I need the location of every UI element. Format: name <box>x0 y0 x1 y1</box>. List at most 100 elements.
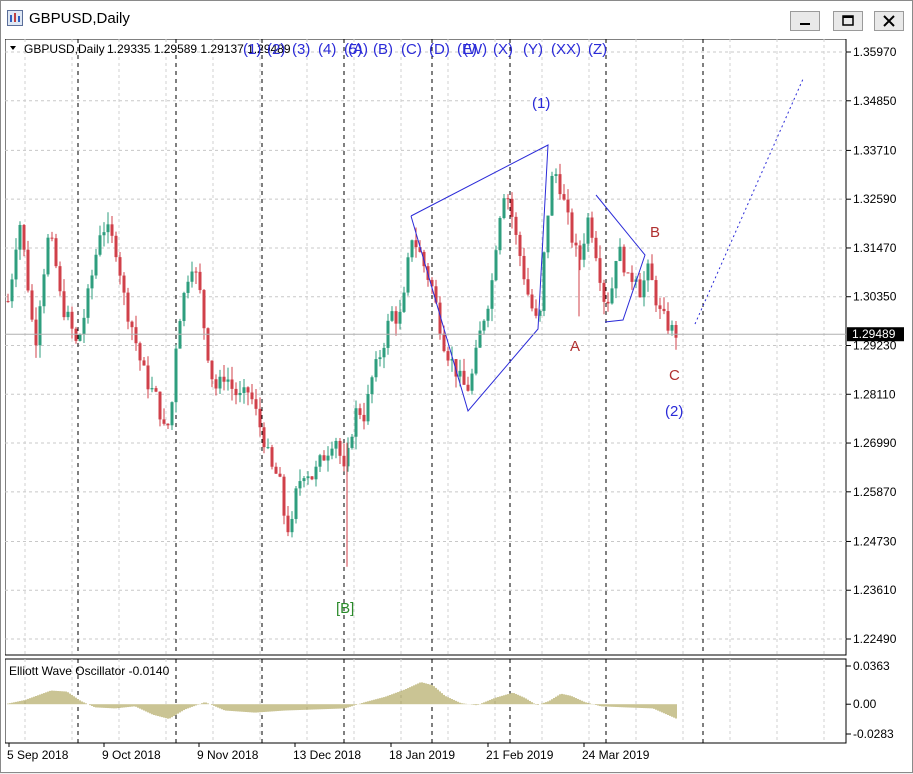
candle-body <box>530 294 534 309</box>
chart-svg[interactable]: GBPUSD,Daily 1.29335 1.29589 1.29137 1.2… <box>4 38 910 769</box>
candle-body <box>326 455 330 461</box>
y-tick-label: 1.23610 <box>853 583 897 597</box>
candle-body <box>566 199 570 213</box>
y-tick-label: 1.28110 <box>853 387 896 401</box>
candle-body <box>670 325 674 331</box>
candle-body <box>10 279 14 302</box>
candle-body <box>506 198 510 200</box>
wave-label-top: (D) <box>429 41 450 58</box>
restore-button[interactable] <box>833 11 863 31</box>
wave-label-top: (X) <box>493 41 513 58</box>
candle-body <box>102 232 106 236</box>
candle-body <box>482 320 486 331</box>
candle-body <box>82 317 86 335</box>
candle-body <box>486 308 490 321</box>
oscillator-label: Elliott Wave Oscillator -0.0140 <box>9 664 170 678</box>
candle-body <box>170 402 174 426</box>
candle-body <box>598 258 602 283</box>
candle-body <box>42 274 46 307</box>
candle-body <box>558 174 562 195</box>
candle-body <box>90 275 94 289</box>
wave-label-top: (Y) <box>523 41 543 58</box>
candle-body <box>610 288 614 304</box>
candle-body <box>626 272 630 274</box>
candle-body <box>178 321 182 349</box>
wave-label-top: (XX) <box>551 41 581 58</box>
candle-body <box>138 343 142 361</box>
candle-body <box>30 290 34 320</box>
candle-body <box>202 290 206 329</box>
candle-body <box>166 423 170 426</box>
candle-body <box>522 255 526 280</box>
candle-body <box>370 377 374 395</box>
candle-body <box>514 216 518 235</box>
candle-body <box>198 271 202 291</box>
candle-body <box>130 321 134 328</box>
chart-area[interactable]: GBPUSD,Daily 1.29335 1.29589 1.29137 1.2… <box>4 38 910 769</box>
minimize-button[interactable] <box>790 11 820 31</box>
candle-body <box>526 279 530 295</box>
candle-body <box>274 466 278 474</box>
candle-body <box>162 419 166 424</box>
chart-app-icon <box>7 10 23 26</box>
close-button[interactable] <box>874 11 904 31</box>
candle-body <box>606 301 610 304</box>
wave-annotation: A <box>570 338 580 355</box>
x-tick-label: 9 Nov 2018 <box>197 748 259 762</box>
candle-body <box>442 333 446 352</box>
candle-body <box>278 473 282 477</box>
title-bar[interactable]: GBPUSD,Daily <box>1 1 912 37</box>
x-tick-label: 21 Feb 2019 <box>486 748 554 762</box>
candle-body <box>22 224 26 250</box>
candle-body <box>74 328 78 341</box>
osc-y-tick-label: -0.0283 <box>853 727 894 741</box>
candle-body <box>666 311 670 331</box>
y-tick-label: 1.25870 <box>853 485 897 499</box>
candle-body <box>242 387 246 393</box>
candle-body <box>262 427 266 448</box>
candle-body <box>146 365 150 390</box>
candle-body <box>510 198 514 217</box>
candle-body <box>250 392 254 400</box>
candle-body <box>230 379 234 389</box>
candle-body <box>382 347 386 358</box>
candle-body <box>58 266 62 292</box>
candle-body <box>594 237 598 259</box>
candle-body <box>614 261 618 289</box>
wave-label-top: (A) <box>348 41 368 58</box>
wave-label-top: (1) <box>243 41 261 58</box>
wave-annotation: C <box>669 367 680 384</box>
candle-body <box>314 466 318 480</box>
chart-ohlc-label: 1.29335 1.29589 1.29137 1.29489 <box>107 42 291 56</box>
y-tick-label: 1.24730 <box>853 534 897 548</box>
candle-body <box>110 224 114 236</box>
osc-y-tick-label: 0.0363 <box>853 659 890 673</box>
candle-body <box>154 388 158 392</box>
candle-body <box>490 280 494 309</box>
candle-body <box>258 408 262 428</box>
chart-symbol-label: GBPUSD,Daily <box>24 42 105 56</box>
candle-body <box>234 388 238 396</box>
candle-body <box>34 319 38 346</box>
x-tick-label: 13 Dec 2018 <box>293 748 361 762</box>
candle-body <box>618 246 622 262</box>
wave-annotation: [B] <box>336 600 354 617</box>
candle-body <box>14 249 18 280</box>
candle-body <box>126 292 130 322</box>
minimize-icon <box>800 23 810 25</box>
y-tick-label: 1.26990 <box>853 436 897 450</box>
wave-annotation: (2) <box>665 403 683 420</box>
candle-body <box>554 174 558 176</box>
wave-label-top: (C) <box>401 41 422 58</box>
wave-annotation: (1) <box>532 95 550 112</box>
candle-body <box>182 292 186 322</box>
candle-body <box>406 257 410 293</box>
candle-body <box>494 250 498 281</box>
candle-body <box>214 379 218 389</box>
candle-body <box>570 212 574 243</box>
candle-body <box>602 282 606 302</box>
candle-body <box>446 351 450 361</box>
candle-body <box>218 376 222 389</box>
candle-body <box>378 357 382 360</box>
y-tick-label: 1.31470 <box>853 241 897 255</box>
